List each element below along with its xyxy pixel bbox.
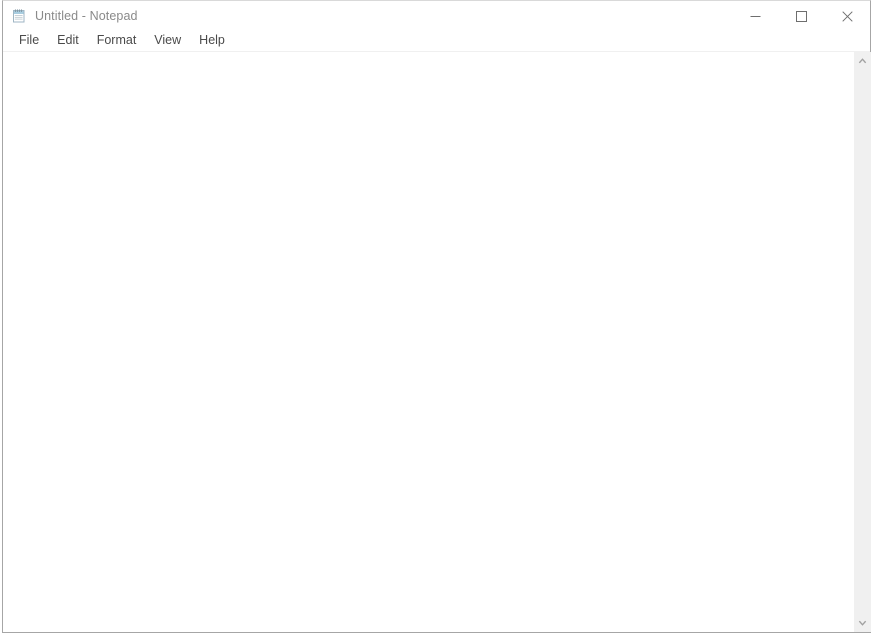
window-title: Untitled - Notepad	[35, 9, 138, 23]
caption-button-group	[732, 1, 870, 31]
desktop-background: Untitled - Notepad File Edit Format View…	[0, 0, 873, 639]
close-icon	[841, 10, 853, 22]
menu-item-edit[interactable]: Edit	[48, 31, 88, 51]
notepad-icon	[11, 8, 27, 24]
close-button[interactable]	[824, 1, 870, 31]
maximize-button[interactable]	[778, 1, 824, 31]
minimize-icon	[750, 11, 761, 22]
scroll-down-button[interactable]	[853, 615, 871, 632]
menu-bar: File Edit Format View Help	[3, 31, 870, 52]
chevron-up-icon	[858, 57, 867, 64]
title-bar[interactable]: Untitled - Notepad	[3, 1, 870, 31]
menu-item-file[interactable]: File	[11, 31, 48, 51]
text-editor[interactable]	[3, 52, 853, 632]
maximize-icon	[795, 10, 807, 22]
scrollbar-track[interactable]	[853, 69, 871, 615]
chevron-down-icon	[858, 620, 867, 627]
scroll-up-button[interactable]	[853, 52, 871, 69]
menu-item-view[interactable]: View	[145, 31, 190, 51]
menu-item-format[interactable]: Format	[88, 31, 146, 51]
editor-region	[3, 52, 871, 632]
menu-item-help[interactable]: Help	[190, 31, 234, 51]
notepad-window: Untitled - Notepad File Edit Format View…	[2, 0, 871, 633]
minimize-button[interactable]	[732, 1, 778, 31]
vertical-scrollbar[interactable]	[853, 52, 871, 632]
